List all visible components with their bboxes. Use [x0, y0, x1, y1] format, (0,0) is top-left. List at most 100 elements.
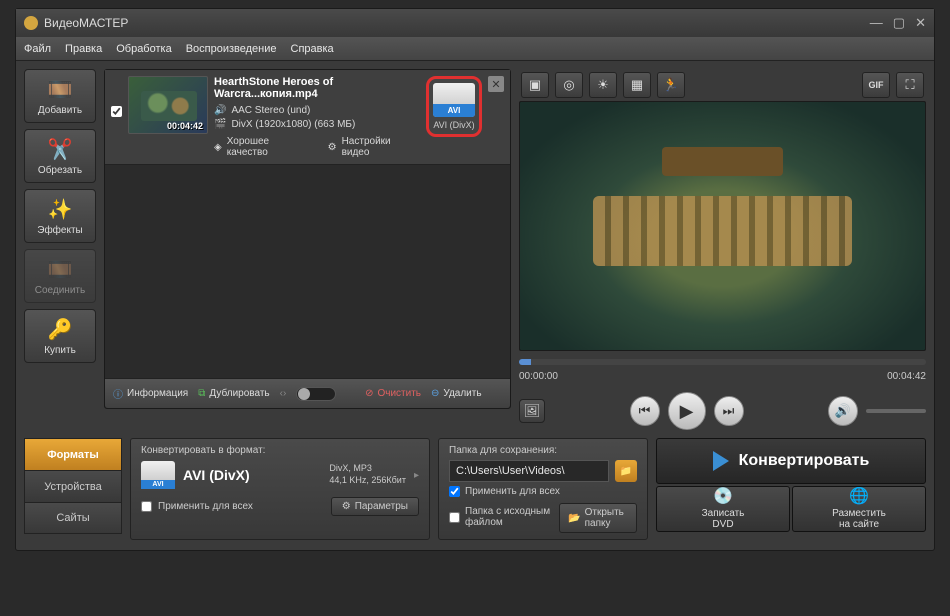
format-name: AVI (DivX) [183, 467, 250, 483]
browse-button[interactable]: 📁 [615, 460, 637, 482]
buy-button[interactable]: 🔑 Купить [24, 309, 96, 363]
speaker-icon: 🔊 [214, 105, 226, 116]
close-button[interactable]: ✕ [915, 15, 926, 31]
crop-button[interactable]: ▣ [521, 72, 549, 98]
apply-all-save-checkbox[interactable] [449, 486, 460, 497]
volume-slider[interactable] [866, 409, 926, 413]
format-select[interactable]: AVI AVI (DivX) DivX, MP3 44,1 KHz, 256Кб… [141, 461, 419, 489]
file-quality: Хорошее качество [227, 136, 312, 158]
copy-icon: ⧉ [198, 388, 205, 399]
menu-help[interactable]: Справка [291, 43, 334, 55]
file-name: HearthStone Heroes of Warcra...копия.mp4 [214, 76, 420, 100]
gif-icon: GIF [869, 80, 884, 90]
gif-button[interactable]: GIF [862, 72, 890, 98]
view-toggle[interactable] [296, 387, 336, 401]
open-folder-button[interactable]: 📂Открыть папку [559, 503, 637, 533]
sidebar: 🎞️ Добавить ✂️ Обрезать ✨ Эффекты 🎞️ Сое… [24, 69, 96, 430]
playback-controls: 00:00:00 00:04:42 🖼 ⏮ ▶ ⏭ 🔊 [519, 359, 926, 430]
source-folder-checkbox[interactable] [449, 512, 460, 523]
next-button[interactable]: ⏭ [714, 396, 744, 426]
minimize-button[interactable]: — [870, 15, 883, 31]
buy-label: Купить [44, 345, 76, 356]
globe-icon: 🌐 [849, 488, 869, 506]
skip-back-icon: ⏮ [639, 403, 651, 419]
snapshot-button[interactable]: 🖼 [519, 399, 545, 423]
clear-button[interactable]: ⊘Очистить [365, 388, 421, 399]
menu-process[interactable]: Обработка [116, 43, 171, 55]
file-row[interactable]: 00:04:42 HearthStone Heroes of Warcra...… [105, 70, 510, 165]
menubar: Файл Правка Обработка Воспроизведение Сп… [16, 37, 934, 61]
speed-button[interactable]: 🏃 [657, 72, 685, 98]
params-button[interactable]: ⚙Параметры [331, 497, 419, 516]
apply-all-save-label: Применить для всех [465, 486, 560, 497]
tab-devices[interactable]: Устройства [24, 470, 122, 502]
apply-all-format-label: Применить для всех [158, 501, 253, 512]
maximize-button[interactable]: ▢ [893, 15, 905, 31]
add-label: Добавить [38, 105, 82, 116]
format-panel-title: Конвертировать в формат: [141, 445, 419, 456]
tab-formats[interactable]: Форматы [24, 438, 122, 470]
action-panel: Конвертировать 💿 ЗаписатьDVD 🌐 Разместит… [656, 438, 926, 540]
file-info: HearthStone Heroes of Warcra...копия.mp4… [214, 76, 420, 158]
save-path-field[interactable]: C:\Users\User\Videos\ [449, 460, 609, 482]
file-thumbnail: 00:04:42 [128, 76, 208, 134]
info-button[interactable]: ⓘИнформация [113, 386, 188, 401]
format-label: AVI (DivX) [433, 120, 474, 130]
format-bitrate: 44,1 KHz, 256Кбит [329, 475, 406, 487]
folder-open-icon: 📂 [568, 513, 580, 524]
avi-file-icon: AVI [433, 83, 475, 117]
avi-icon: AVI [141, 461, 175, 489]
duplicate-button[interactable]: ⧉Дублировать [198, 388, 269, 399]
skip-forward-icon: ⏭ [723, 403, 735, 419]
file-checkbox[interactable] [111, 106, 122, 117]
app-logo-icon [24, 16, 38, 30]
join-button[interactable]: 🎞️ Соединить [24, 249, 96, 303]
titlebar: ВидеоМАСТЕР — ▢ ✕ [16, 9, 934, 37]
film-button[interactable]: ▦ [623, 72, 651, 98]
format-panel: Конвертировать в формат: AVI AVI (DivX) … [130, 438, 430, 540]
seek-bar[interactable] [519, 359, 926, 365]
menu-playback[interactable]: Воспроизведение [186, 43, 277, 55]
sun-icon: ☀ [597, 77, 609, 93]
format-selector-highlighted[interactable]: AVI AVI (DivX) [426, 76, 482, 137]
save-panel-title: Папка для сохранения: [449, 445, 637, 456]
upload-web-button[interactable]: 🌐 Разместитьна сайте [792, 486, 926, 532]
list-footer: ⓘИнформация ⧉Дублировать ‹› ⊘Очистить ⊖У… [105, 378, 510, 408]
fullscreen-button[interactable]: ⛶ [896, 72, 924, 98]
chevron-right-icon: ▸ [414, 470, 419, 481]
remove-file-button[interactable]: ✕ [488, 76, 504, 92]
video-preview[interactable] [519, 101, 926, 351]
file-duration: 00:04:42 [167, 121, 203, 131]
film-join-icon: 🎞️ [47, 256, 73, 282]
menu-file[interactable]: Файл [24, 43, 51, 55]
play-icon: ▶ [680, 401, 694, 422]
enhance-button[interactable]: ◎ [555, 72, 583, 98]
format-tabs: Форматы Устройства Сайты [24, 438, 122, 540]
delete-button[interactable]: ⊖Удалить [431, 388, 482, 399]
effects-label: Эффекты [37, 225, 82, 236]
image-icon: 🖼 [524, 403, 541, 419]
apply-all-format-checkbox[interactable] [141, 501, 152, 512]
gear-icon: ⚙ [328, 142, 337, 153]
convert-button[interactable]: Конвертировать [656, 438, 926, 484]
play-button[interactable]: ▶ [668, 392, 706, 430]
filmstrip-icon: ▦ [631, 77, 643, 93]
time-current: 00:00:00 [519, 371, 558, 382]
mute-button[interactable]: 🔊 [828, 396, 858, 426]
format-codec: DivX, MP3 [329, 463, 406, 475]
brightness-button[interactable]: ☀ [589, 72, 617, 98]
separator: ‹› [280, 388, 287, 399]
file-list: 00:04:42 HearthStone Heroes of Warcra...… [104, 69, 511, 409]
cancel-icon: ⊘ [365, 388, 373, 399]
disc-icon: 💿 [713, 488, 733, 506]
effects-button[interactable]: ✨ Эффекты [24, 189, 96, 243]
add-button[interactable]: 🎞️ Добавить [24, 69, 96, 123]
burn-dvd-button[interactable]: 💿 ЗаписатьDVD [656, 486, 790, 532]
cut-button[interactable]: ✂️ Обрезать [24, 129, 96, 183]
menu-edit[interactable]: Правка [65, 43, 102, 55]
running-icon: 🏃 [663, 77, 679, 93]
file-settings-link[interactable]: Настройки видео [342, 136, 420, 158]
join-label: Соединить [35, 285, 85, 296]
prev-button[interactable]: ⏮ [630, 396, 660, 426]
tab-sites[interactable]: Сайты [24, 502, 122, 534]
